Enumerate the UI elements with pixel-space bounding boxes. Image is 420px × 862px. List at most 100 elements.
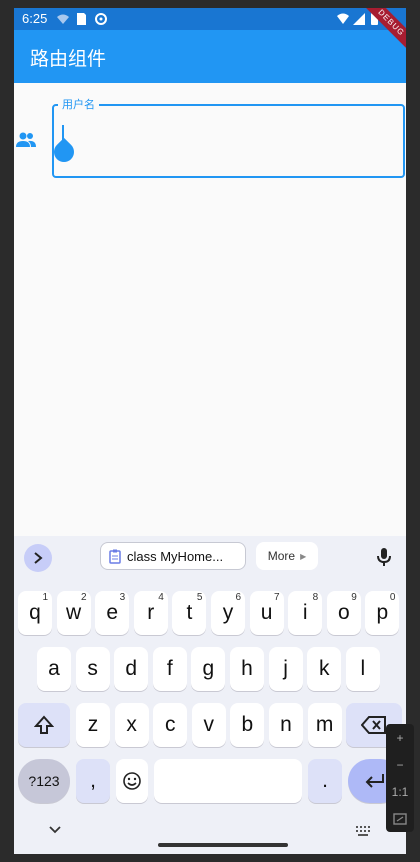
key-number-hint: 1 <box>42 592 48 603</box>
emoji-key[interactable] <box>116 759 148 803</box>
key-s[interactable]: s <box>75 647 110 691</box>
emulator-zoom-panel: + − 1:1 <box>386 724 414 832</box>
space-key[interactable] <box>154 759 302 803</box>
key-k[interactable]: k <box>307 647 342 691</box>
expand-toolbar-button[interactable] <box>24 544 52 572</box>
key-letter: r <box>147 601 155 624</box>
key-letter: d <box>125 657 138 680</box>
wifi-signal-icon <box>337 13 349 24</box>
home-indicator[interactable] <box>158 843 288 847</box>
key-g[interactable]: g <box>191 647 226 691</box>
key-z[interactable]: z <box>76 703 110 747</box>
key-i[interactable]: i8 <box>288 591 323 635</box>
key-number-hint: 4 <box>158 592 164 603</box>
navigation-bar <box>14 812 406 854</box>
more-button[interactable]: More ▶ <box>256 542 318 570</box>
key-letter: t <box>186 601 193 624</box>
page-title: 路由组件 <box>30 49 107 70</box>
resize-icon <box>393 812 407 825</box>
key-r[interactable]: r4 <box>133 591 168 635</box>
key-x[interactable]: x <box>114 703 149 747</box>
key-number-hint: 6 <box>235 592 241 603</box>
key-letter: k <box>318 657 330 680</box>
key-number-hint: 7 <box>274 592 280 603</box>
key-letter: n <box>280 713 292 736</box>
key-a[interactable]: a <box>37 647 71 691</box>
zoom-out-button[interactable]: − <box>386 751 414 778</box>
cell-signal-icon <box>353 13 365 25</box>
key-d[interactable]: d <box>114 647 149 691</box>
zoom-in-button[interactable]: + <box>386 724 414 751</box>
key-letter: p <box>376 601 389 624</box>
key-letter: j <box>283 657 288 680</box>
clipboard-suggestion-chip[interactable]: class MyHome... <box>100 542 246 570</box>
hide-keyboard-chevron-icon[interactable] <box>48 825 62 835</box>
backspace-icon <box>361 716 386 734</box>
comma-key[interactable]: , <box>76 759 110 803</box>
key-letter: x <box>126 713 137 736</box>
microphone-icon[interactable] <box>376 547 392 567</box>
settings-icon <box>95 13 107 25</box>
key-m[interactable]: m <box>307 703 342 747</box>
key-w[interactable]: w2 <box>56 591 91 635</box>
key-number-hint: 2 <box>81 592 87 603</box>
key-e[interactable]: e3 <box>95 591 130 635</box>
status-time: 6:25 <box>22 11 48 26</box>
key-v[interactable]: v <box>191 703 226 747</box>
key-letter: z <box>87 713 99 736</box>
chevron-right-icon <box>34 552 43 564</box>
key-letter: o <box>337 601 350 624</box>
key-c[interactable]: c <box>153 703 188 747</box>
screenshot-button[interactable] <box>386 805 414 832</box>
key-f[interactable]: f <box>152 647 187 691</box>
key-letter: v <box>203 713 215 736</box>
key-letter: c <box>164 713 176 736</box>
key-letter: b <box>241 713 254 736</box>
people-icon <box>16 132 36 147</box>
enter-icon <box>365 774 384 788</box>
key-b[interactable]: b <box>230 703 265 747</box>
key-u[interactable]: u7 <box>249 591 284 635</box>
key-letter: q <box>29 601 41 624</box>
key-n[interactable]: n <box>269 703 303 747</box>
key-number-hint: 3 <box>119 592 126 603</box>
key-letter: u <box>260 601 273 624</box>
key-letter: s <box>87 657 98 680</box>
period-key[interactable]: . <box>308 759 342 803</box>
zoom-reset-button[interactable]: 1:1 <box>386 778 414 805</box>
app-bar: 路由组件 <box>14 30 406 83</box>
key-h[interactable]: h <box>230 647 264 691</box>
username-input[interactable] <box>52 104 405 178</box>
clipboard-icon <box>109 549 121 564</box>
key-p[interactable]: p0 <box>365 591 400 635</box>
wifi-icon <box>57 14 69 24</box>
soft-keyboard: class MyHome... More ▶ ?123 , . q 1 w 2 … <box>14 536 406 854</box>
key-number-hint: 0 <box>389 592 396 603</box>
keyboard-switcher-icon[interactable] <box>356 826 372 836</box>
username-label: 用户名 <box>58 96 99 112</box>
key-j[interactable]: j <box>268 647 303 691</box>
key-q[interactable]: q1 <box>18 591 52 635</box>
key-letter: h <box>241 657 253 680</box>
key-letter: y <box>222 601 234 624</box>
key-l[interactable]: l <box>345 647 380 691</box>
shift-key[interactable] <box>18 703 70 747</box>
key-letter: f <box>166 657 173 680</box>
key-letter: i <box>302 601 308 624</box>
emoji-icon <box>123 772 141 790</box>
key-letter: w <box>66 601 82 624</box>
key-t[interactable]: t5 <box>172 591 207 635</box>
phone-screen: 6:25 路由组件 DEBUG 用户名 class MyHome... More… <box>14 8 406 854</box>
key-letter: l <box>360 657 366 680</box>
symbols-key[interactable]: ?123 <box>18 759 70 803</box>
status-bar: 6:25 <box>14 8 406 30</box>
key-number-hint: 5 <box>196 592 203 603</box>
key-letter: e <box>106 601 119 624</box>
caret-right-icon: ▶ <box>300 551 307 561</box>
more-label: More <box>267 549 296 563</box>
sd-card-icon <box>77 13 86 25</box>
key-number-hint: 8 <box>312 592 319 603</box>
key-o[interactable]: o9 <box>326 591 361 635</box>
key-letter: a <box>48 657 60 680</box>
key-y[interactable]: y6 <box>211 591 245 635</box>
